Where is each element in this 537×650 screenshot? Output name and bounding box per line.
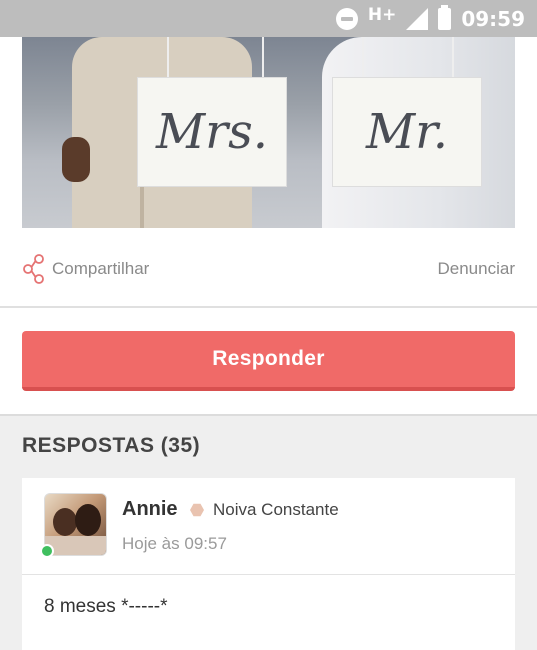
answer-timestamp: Hoje às 09:57 (122, 534, 227, 553)
signal-icon (406, 7, 429, 30)
post-image[interactable]: Mrs. Mr. (22, 37, 515, 228)
do-not-disturb-icon (335, 7, 358, 30)
avatar-shirt (45, 536, 106, 555)
share-icon (23, 254, 44, 284)
answer-text: 8 meses *-----* (44, 596, 168, 617)
status-clock: 09:59 (461, 6, 525, 31)
online-status-icon (40, 544, 54, 558)
network-type-label: H+ (367, 4, 397, 25)
avatar-face (75, 504, 101, 536)
report-link[interactable]: Denunciar (438, 259, 516, 279)
status-bar: H+ 09:59 (0, 0, 537, 37)
divider (22, 574, 515, 575)
sign-string (452, 37, 454, 79)
share-label: Compartilhar (52, 259, 150, 278)
rank-badge-icon (190, 503, 204, 517)
sign-string (362, 37, 364, 79)
mrs-sign: Mrs. (137, 77, 287, 187)
reply-button[interactable]: Responder (22, 331, 515, 391)
post-actions: Compartilhar Denunciar (22, 248, 515, 290)
avatar[interactable] (44, 493, 107, 556)
answer-card: Annie Noiva Constante Hoje às 09:57 8 me… (22, 478, 515, 650)
avatar-face (53, 508, 77, 536)
divider (0, 306, 537, 308)
rank-label: Noiva Constante (213, 500, 339, 519)
groom-hand (62, 137, 90, 182)
answers-title: RESPOSTAS (35) (22, 434, 201, 457)
author-rank: Noiva Constante (190, 500, 339, 520)
battery-icon (438, 4, 452, 30)
sign-string (167, 37, 169, 79)
mr-sign: Mr. (332, 77, 482, 187)
author-name[interactable]: Annie (122, 498, 178, 521)
share-button[interactable]: Compartilhar (22, 254, 149, 284)
sign-string (262, 37, 264, 79)
